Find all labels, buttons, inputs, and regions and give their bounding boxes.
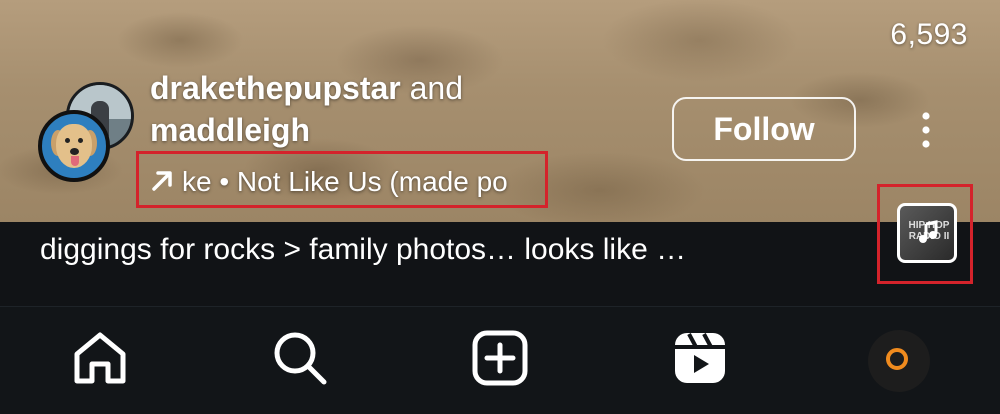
reels-icon [675,333,725,383]
nav-create[interactable] [470,328,530,388]
plus-square-icon [472,330,528,386]
nav-reels[interactable] [670,328,730,388]
nav-home[interactable] [70,328,130,388]
music-thumbnail[interactable]: HIP HOP RADIO II [897,203,957,263]
audio-track-text: ke • Not Like Us (made po [182,166,508,197]
view-count: 6,593 [890,18,968,51]
author-line: drakethepupstar and [150,68,463,108]
home-icon [74,332,126,384]
music-note-icon [919,220,938,243]
follow-button[interactable]: Follow [672,97,856,161]
author-avatar[interactable] [38,110,110,182]
arrow-up-right-icon [152,171,172,191]
post-caption[interactable]: diggings for rocks > family photos… look… [40,230,686,270]
nav-search[interactable] [270,328,330,388]
collab-connector: and [409,70,464,106]
search-icon [274,332,327,385]
audio-track-link[interactable]: ke • Not Like Us (made po [148,162,528,202]
collaborator-username[interactable]: maddleigh [150,110,310,150]
more-options-icon[interactable] [914,108,938,152]
profile-avatar [886,348,908,370]
author-username[interactable]: drakethepupstar [150,70,401,106]
